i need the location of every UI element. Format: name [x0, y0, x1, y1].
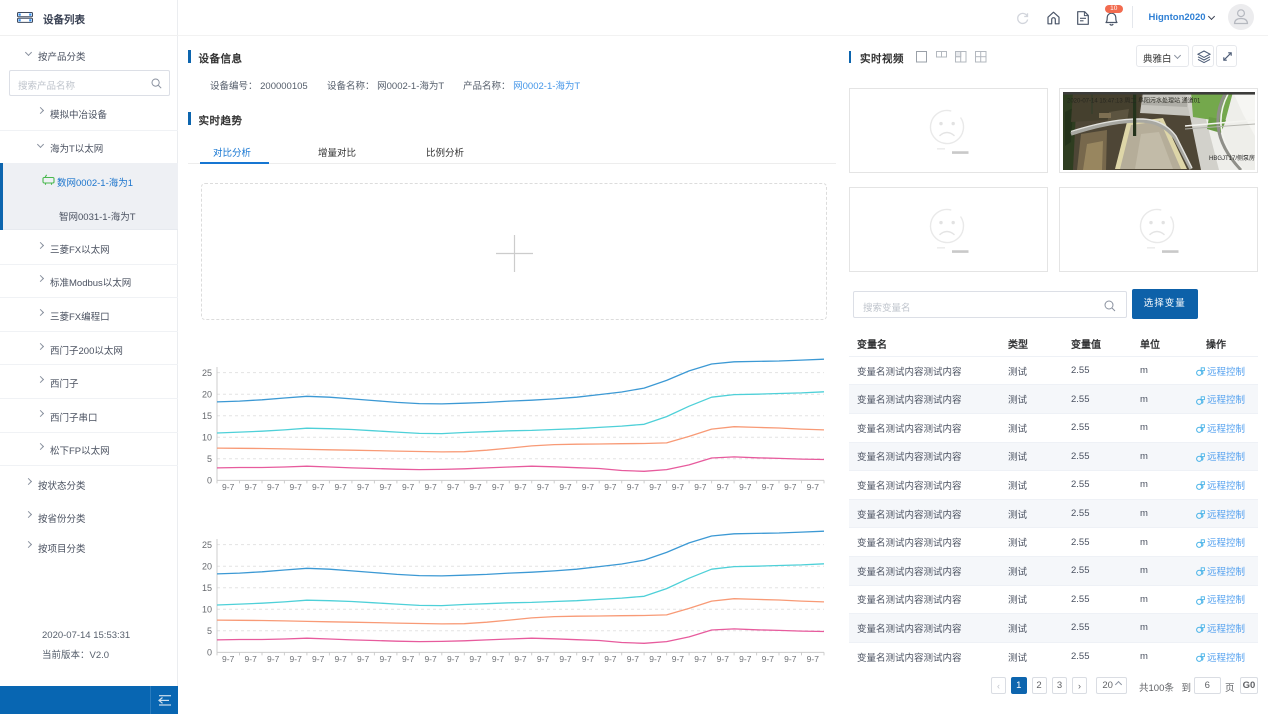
svg-text:9-7: 9-7	[245, 482, 258, 492]
svg-text:9-7: 9-7	[334, 482, 347, 492]
svg-text:9-7: 9-7	[582, 654, 595, 664]
svg-text:9-7: 9-7	[559, 654, 572, 664]
svg-text:9-7: 9-7	[762, 654, 775, 664]
svg-text:9-7: 9-7	[514, 482, 527, 492]
svg-text:0: 0	[207, 648, 212, 658]
svg-text:9-7: 9-7	[807, 654, 820, 664]
svg-text:9-7: 9-7	[694, 482, 707, 492]
svg-text:25: 25	[202, 540, 212, 550]
svg-text:9-7: 9-7	[469, 654, 482, 664]
svg-text:9-7: 9-7	[469, 482, 482, 492]
svg-text:9-7: 9-7	[514, 654, 527, 664]
svg-text:9-7: 9-7	[784, 654, 797, 664]
svg-text:9-7: 9-7	[739, 654, 752, 664]
svg-text:9-7: 9-7	[582, 482, 595, 492]
svg-text:9-7: 9-7	[424, 654, 437, 664]
svg-text:9-7: 9-7	[649, 482, 662, 492]
svg-text:9-7: 9-7	[604, 654, 617, 664]
svg-text:9-7: 9-7	[649, 654, 662, 664]
svg-text:9-7: 9-7	[739, 482, 752, 492]
svg-text:9-7: 9-7	[267, 482, 280, 492]
svg-text:9-7: 9-7	[222, 482, 235, 492]
svg-text:10: 10	[202, 433, 212, 443]
svg-text:9-7: 9-7	[694, 654, 707, 664]
svg-text:9-7: 9-7	[312, 654, 325, 664]
svg-text:9-7: 9-7	[312, 482, 325, 492]
svg-text:15: 15	[202, 411, 212, 421]
svg-text:9-7: 9-7	[290, 482, 303, 492]
svg-text:9-7: 9-7	[672, 482, 685, 492]
svg-text:9-7: 9-7	[447, 654, 460, 664]
svg-text:9-7: 9-7	[672, 654, 685, 664]
svg-text:9-7: 9-7	[537, 654, 550, 664]
svg-text:0: 0	[207, 476, 212, 486]
svg-text:HBGJT17/侧泵房: HBGJT17/侧泵房	[1209, 154, 1255, 162]
svg-text:9-7: 9-7	[447, 482, 460, 492]
svg-text:20: 20	[202, 561, 212, 571]
svg-text:9-7: 9-7	[604, 482, 617, 492]
svg-text:9-7: 9-7	[357, 654, 370, 664]
svg-text:9-7: 9-7	[807, 482, 820, 492]
svg-text:2020-07-14 15:47:13 周二 阜阳污水处理站: 2020-07-14 15:47:13 周二 阜阳污水处理站 通道01	[1067, 97, 1201, 105]
svg-text:9-7: 9-7	[784, 482, 797, 492]
svg-text:9-7: 9-7	[334, 654, 347, 664]
svg-text:15: 15	[202, 583, 212, 593]
svg-text:9-7: 9-7	[717, 482, 730, 492]
svg-text:9-7: 9-7	[627, 654, 640, 664]
svg-text:9-7: 9-7	[424, 482, 437, 492]
svg-text:9-7: 9-7	[267, 654, 280, 664]
svg-text:9-7: 9-7	[537, 482, 550, 492]
svg-text:5: 5	[207, 626, 212, 636]
svg-text:20: 20	[202, 389, 212, 399]
svg-text:9-7: 9-7	[627, 482, 640, 492]
svg-text:9-7: 9-7	[492, 654, 505, 664]
svg-text:9-7: 9-7	[402, 482, 415, 492]
svg-text:9-7: 9-7	[402, 654, 415, 664]
svg-text:9-7: 9-7	[379, 482, 392, 492]
svg-text:5: 5	[207, 454, 212, 464]
svg-text:10: 10	[202, 605, 212, 615]
svg-text:9-7: 9-7	[379, 654, 392, 664]
svg-text:9-7: 9-7	[245, 654, 258, 664]
svg-text:9-7: 9-7	[762, 482, 775, 492]
svg-text:9-7: 9-7	[492, 482, 505, 492]
svg-text:9-7: 9-7	[290, 654, 303, 664]
svg-text:9-7: 9-7	[357, 482, 370, 492]
svg-text:9-7: 9-7	[559, 482, 572, 492]
svg-text:9-7: 9-7	[222, 654, 235, 664]
svg-text:9-7: 9-7	[717, 654, 730, 664]
svg-text:25: 25	[202, 368, 212, 378]
